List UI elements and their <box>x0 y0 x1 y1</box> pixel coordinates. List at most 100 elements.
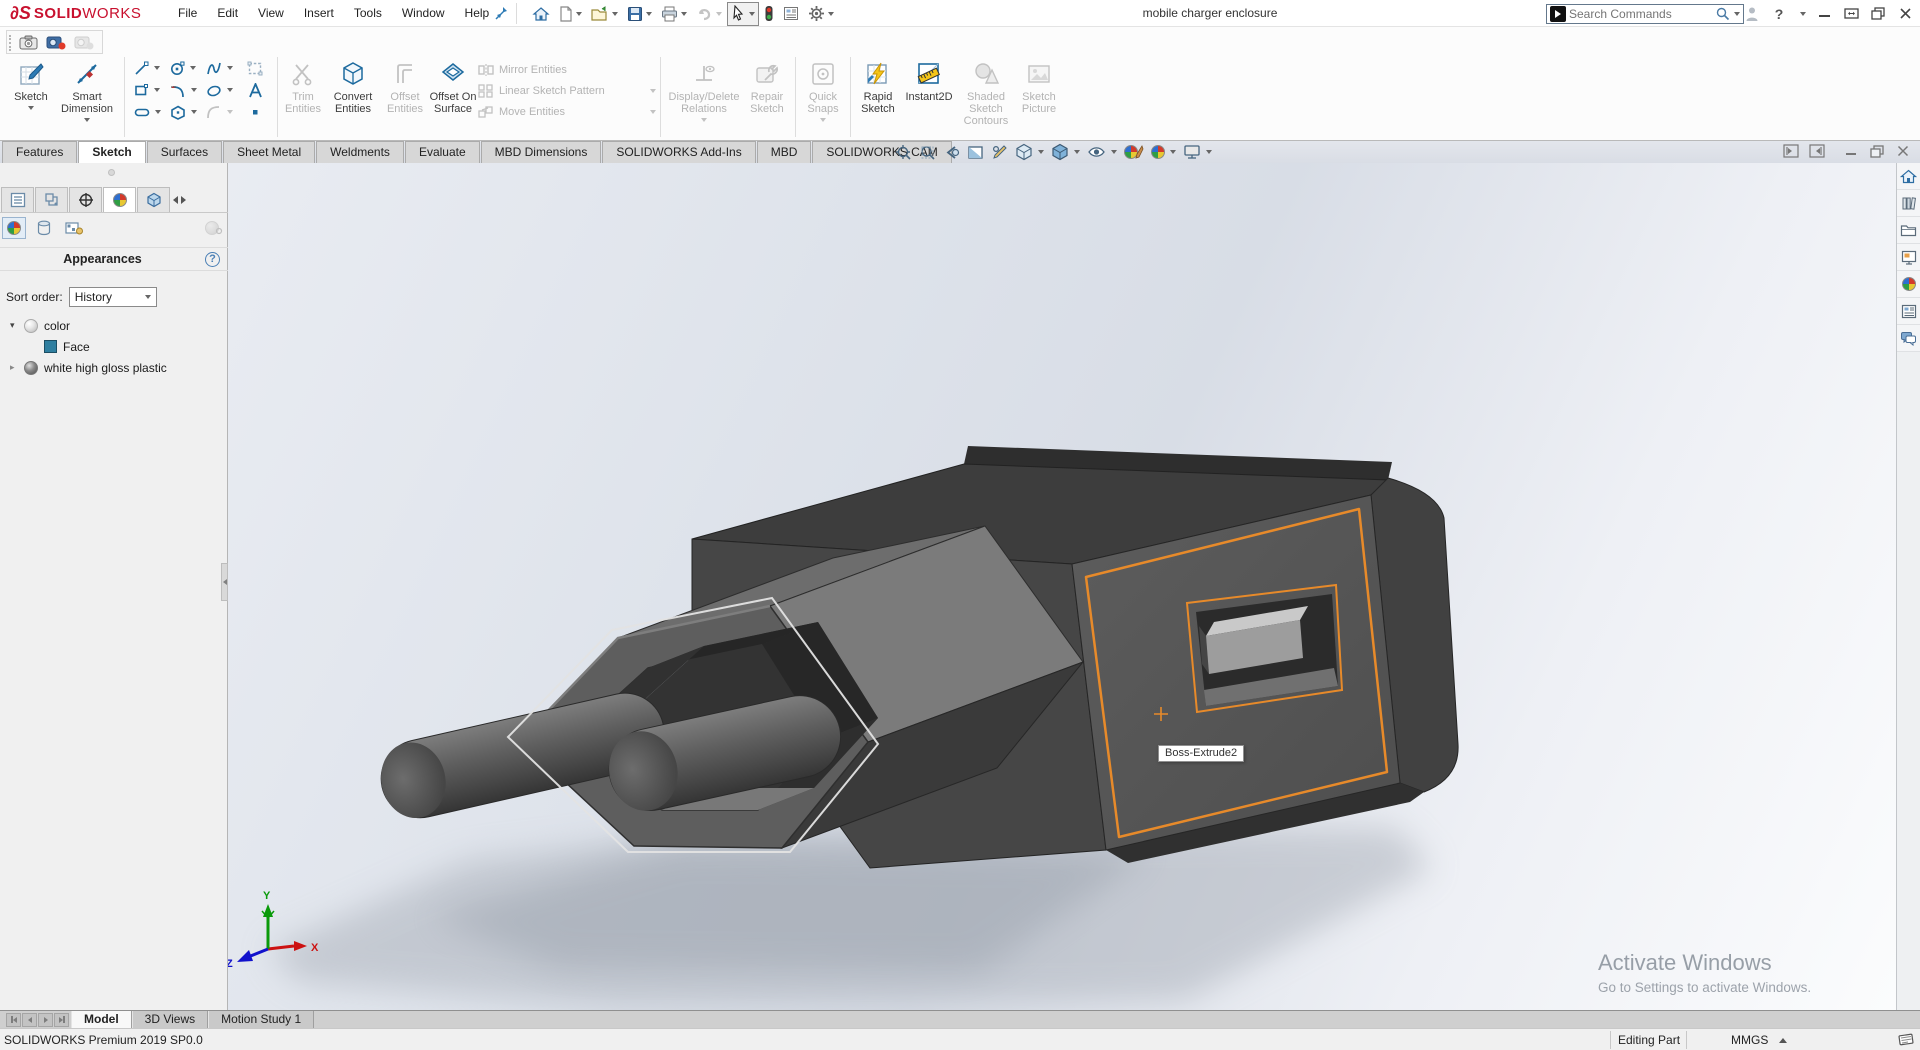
chevron-down-icon[interactable] <box>1734 12 1740 16</box>
search-icon[interactable] <box>1715 6 1731 22</box>
ribbon-button-convert-entities[interactable]: Convert Entities <box>324 55 382 139</box>
zoom-to-area-icon[interactable] <box>917 142 938 162</box>
sort-order-dropdown[interactable]: History <box>69 287 157 307</box>
tab-3d-views[interactable]: 3D Views <box>132 1011 208 1028</box>
save-button[interactable] <box>623 2 656 26</box>
doc-restore-icon[interactable] <box>1868 143 1886 159</box>
status-tag-icon[interactable] <box>1898 1032 1915 1050</box>
tab-evaluate[interactable]: Evaluate <box>405 141 480 163</box>
menu-edit[interactable]: Edit <box>207 0 248 27</box>
tab-displaymanager[interactable] <box>103 187 136 212</box>
tab-mbd[interactable]: MBD <box>757 141 812 163</box>
chevron-down-icon[interactable] <box>154 66 160 70</box>
tab-sketch[interactable]: Sketch <box>78 141 145 163</box>
minimize-button[interactable] <box>1815 4 1833 24</box>
prev-tab-button[interactable] <box>22 1013 37 1027</box>
menu-view[interactable]: View <box>248 0 294 27</box>
line-tool[interactable] <box>129 57 165 79</box>
tab-surfaces[interactable]: Surfaces <box>147 141 222 163</box>
menu-file[interactable]: File <box>168 0 207 27</box>
first-tab-button[interactable] <box>6 1013 21 1027</box>
hide-show-items-icon[interactable] <box>1085 142 1119 162</box>
file-properties-button[interactable] <box>779 2 803 26</box>
new-document-button[interactable] <box>555 2 586 26</box>
units-up-arrow-icon[interactable] <box>1779 1038 1787 1043</box>
circle-tool[interactable] <box>165 57 201 79</box>
toolbar-grip[interactable] <box>9 35 12 51</box>
chevron-down-icon[interactable] <box>612 12 618 16</box>
close-button[interactable] <box>1896 4 1914 24</box>
tab-solidworks-add-ins[interactable]: SOLIDWORKS Add-Ins <box>602 141 755 163</box>
forum-icon[interactable] <box>1897 325 1920 352</box>
annotation-view-icon[interactable] <box>989 142 1010 162</box>
scroll-right-icon[interactable] <box>181 196 186 204</box>
tree-item-color[interactable]: ▾ color <box>0 315 228 336</box>
view-decals-button[interactable] <box>32 217 56 239</box>
panel-collapse-handle[interactable] <box>221 563 228 601</box>
chevron-down-icon[interactable] <box>1038 150 1044 154</box>
apply-scene-icon[interactable] <box>1149 142 1178 162</box>
mirror-box-tool[interactable] <box>237 57 273 79</box>
panel-grip-handle[interactable] <box>108 169 115 176</box>
chevron-down-icon[interactable] <box>191 110 197 114</box>
search-commands-box[interactable] <box>1546 4 1744 24</box>
tab-weldments[interactable]: Weldments <box>316 141 404 163</box>
chevron-down-icon[interactable] <box>1800 12 1806 16</box>
help-icon[interactable]: ? <box>205 252 220 267</box>
options-button[interactable] <box>804 2 838 26</box>
undo-button[interactable] <box>692 2 726 26</box>
ribbon-button-offset-on-surface[interactable]: Offset On Surface <box>428 55 478 139</box>
tab-propertymanager[interactable] <box>35 187 68 212</box>
section-view-icon[interactable] <box>965 142 986 162</box>
menu-tools[interactable]: Tools <box>344 0 392 27</box>
ribbon-button-smart-dimension[interactable]: Smart Dimension <box>54 55 120 139</box>
chevron-down-icon[interactable] <box>84 118 90 122</box>
doc-close-icon[interactable] <box>1894 143 1912 159</box>
view-settings-icon[interactable] <box>1181 142 1214 162</box>
chevron-down-icon[interactable] <box>28 106 34 110</box>
view-orientation-icon[interactable] <box>1013 142 1046 162</box>
chevron-down-icon[interactable] <box>227 88 233 92</box>
pin-menu-icon[interactable] <box>494 5 510 21</box>
chevron-down-icon[interactable] <box>227 66 233 70</box>
next-tab-button[interactable] <box>38 1013 53 1027</box>
expander-expanded-icon[interactable]: ▾ <box>10 320 20 331</box>
tab-sheet-metal[interactable]: Sheet Metal <box>223 141 315 163</box>
menu-help[interactable]: Help <box>455 0 500 27</box>
last-tab-button[interactable] <box>54 1013 69 1027</box>
zoom-to-fit-icon[interactable] <box>893 142 914 162</box>
home-button[interactable] <box>528 2 554 26</box>
chevron-down-icon[interactable] <box>191 88 197 92</box>
units-selector[interactable]: MMGS <box>1731 1033 1768 1047</box>
custom-properties-icon[interactable] <box>1897 298 1920 325</box>
print-button[interactable] <box>657 2 691 26</box>
chevron-down-icon[interactable] <box>681 12 687 16</box>
chevron-down-icon[interactable] <box>646 12 652 16</box>
doc-minimize-icon[interactable] <box>1842 143 1860 159</box>
tab-mbd-dimensions[interactable]: MBD Dimensions <box>481 141 602 163</box>
chevron-down-icon[interactable] <box>1170 150 1176 154</box>
chevron-down-icon[interactable] <box>1111 150 1117 154</box>
tree-item-white-high-gloss-plastic[interactable]: ▸ white high gloss plastic <box>0 357 228 378</box>
record-video-icon[interactable] <box>42 32 70 52</box>
tab-motion-study-1[interactable]: Motion Study 1 <box>208 1011 314 1028</box>
login-user-icon[interactable] <box>1743 4 1761 24</box>
chevron-down-icon[interactable] <box>155 110 161 114</box>
edit-appearance-icon[interactable] <box>1122 142 1146 162</box>
charger-3d-model[interactable]: X Y Z <box>228 163 1896 1010</box>
resize-button[interactable] <box>1842 4 1860 24</box>
tab-cam-manager[interactable] <box>137 187 170 212</box>
tab-featuremanager[interactable] <box>1 187 34 212</box>
ellipse-tool[interactable] <box>201 79 237 101</box>
open-document-button[interactable] <box>587 2 622 26</box>
screen-capture-icon[interactable] <box>15 32 42 52</box>
chevron-down-icon[interactable] <box>154 88 160 92</box>
polygon-tool[interactable] <box>165 101 201 123</box>
arc-tool[interactable] <box>165 79 201 101</box>
design-library-icon[interactable] <box>1897 190 1920 217</box>
home-tab-icon[interactable] <box>1897 163 1920 190</box>
chevron-down-icon[interactable] <box>190 66 196 70</box>
view-appearances-button[interactable] <box>2 217 26 239</box>
help-button[interactable]: ? <box>1770 4 1788 24</box>
ribbon-button-sketch[interactable]: Sketch <box>8 55 54 139</box>
